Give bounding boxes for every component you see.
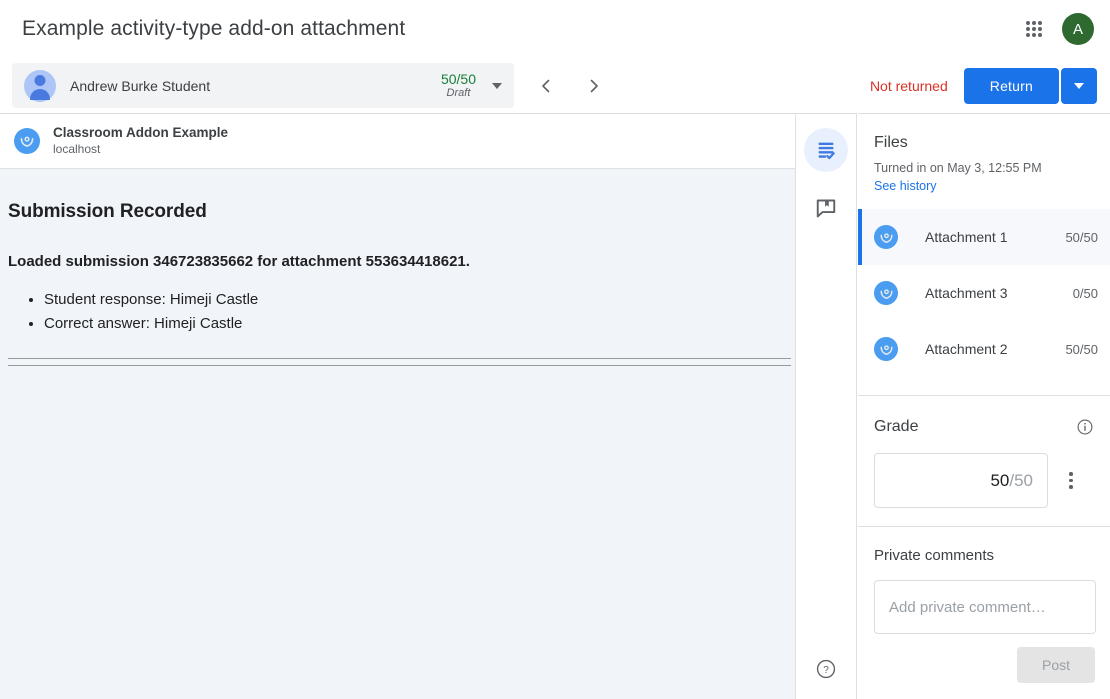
assignment-turned-in-icon [815, 139, 837, 161]
attachment-score: 50/50 [1065, 230, 1098, 245]
grade-value: 50 [990, 471, 1009, 491]
student-selector-caret[interactable] [480, 63, 514, 108]
grade-input-row: 50 /50 [858, 436, 1110, 508]
return-status: Not returned [870, 78, 948, 94]
student-selector[interactable]: Andrew Burke Student 50/50 Draft [12, 63, 514, 108]
student-grade-state: Draft [441, 87, 476, 100]
comment-bookmark-icon [815, 197, 837, 219]
classroom-addon-icon [874, 337, 898, 361]
list-item: Student response: Himeji Castle [44, 288, 787, 312]
app-root: Example activity-type add-on attachment … [0, 0, 1110, 699]
return-actions: Not returned Return [870, 68, 1097, 104]
attachment-list: Attachment 1 50/50 Attachment 3 0/50 [858, 209, 1110, 377]
private-comment-placeholder: Add private comment… [889, 599, 1046, 616]
addon-name: Classroom Addon Example [53, 125, 228, 142]
addon-host: localhost [53, 142, 228, 157]
post-comment-button[interactable]: Post [1017, 647, 1095, 683]
content-divider [8, 365, 791, 366]
list-item[interactable]: Attachment 2 50/50 [858, 321, 1110, 377]
submission-details-list: Student response: Himeji Castle Correct … [8, 288, 787, 336]
student-action-bar: Andrew Burke Student 50/50 Draft [0, 58, 1110, 113]
comments-panel-button[interactable] [804, 186, 848, 230]
chevron-down-icon [492, 83, 502, 89]
list-item[interactable]: Attachment 3 0/50 [858, 265, 1110, 321]
caret-down-icon [1074, 83, 1084, 89]
grade-title: Grade [874, 418, 918, 436]
account-avatar[interactable]: A [1062, 13, 1094, 45]
return-menu-button[interactable] [1061, 68, 1097, 104]
attachment-score: 0/50 [1073, 286, 1098, 301]
grade-input[interactable]: 50 /50 [874, 453, 1048, 508]
student-score: 50/50 [441, 71, 476, 87]
post-row: Post [858, 634, 1110, 683]
info-circle-icon[interactable] [1076, 418, 1094, 436]
apps-grid-icon[interactable] [1022, 17, 1046, 41]
addon-header: Classroom Addon Example localhost [0, 114, 795, 169]
help-button[interactable]: ? [806, 649, 846, 689]
grade-header: Grade [858, 396, 1110, 436]
private-comment-input[interactable]: Add private comment… [874, 580, 1096, 634]
submission-heading: Submission Recorded [8, 201, 787, 223]
page-title: Example activity-type add-on attachment [22, 17, 405, 41]
files-title: Files [858, 114, 1110, 152]
attachment-name: Attachment 2 [925, 341, 1008, 357]
return-button-group: Return [964, 68, 1097, 104]
see-history-link[interactable]: See history [858, 175, 937, 193]
student-navigation [530, 70, 610, 102]
classroom-addon-icon [874, 281, 898, 305]
addon-identity: Classroom Addon Example localhost [53, 125, 228, 157]
addon-iframe-area: Classroom Addon Example localhost Submis… [0, 113, 795, 699]
private-comments-title: Private comments [858, 527, 1110, 564]
files-section: Files Turned in on May 3, 12:55 PM See h… [858, 114, 1110, 377]
grading-panel-button[interactable] [804, 128, 848, 172]
top-header-bar: Example activity-type add-on attachment … [0, 0, 1110, 58]
student-avatar-icon [24, 70, 56, 102]
turned-in-timestamp: Turned in on May 3, 12:55 PM [858, 152, 1110, 175]
list-item: Correct answer: Himeji Castle [44, 312, 787, 336]
addon-content: Submission Recorded Loaded submission 34… [0, 169, 795, 366]
classroom-addon-icon [14, 128, 40, 154]
next-student-button[interactable] [578, 70, 610, 102]
grade-max: /50 [1009, 471, 1033, 491]
attachment-name: Attachment 1 [925, 229, 1008, 245]
submission-description: Loaded submission 346723835662 for attac… [8, 253, 787, 270]
grade-section: Grade 50 /50 [858, 396, 1110, 508]
help-circle-icon: ? [815, 658, 837, 680]
attachment-name: Attachment 3 [925, 285, 1008, 301]
top-header-actions: A [1022, 13, 1094, 45]
kebab-menu-icon[interactable] [1059, 461, 1083, 501]
student-grade-summary: 50/50 Draft [441, 71, 476, 100]
student-name: Andrew Burke Student [70, 78, 210, 94]
svg-text:?: ? [823, 665, 829, 676]
return-button[interactable]: Return [964, 68, 1059, 104]
grading-sidebar: Files Turned in on May 3, 12:55 PM See h… [858, 113, 1110, 699]
attachment-score: 50/50 [1065, 342, 1098, 357]
classroom-addon-icon [874, 225, 898, 249]
side-icon-rail: ? [795, 113, 857, 699]
private-comments-section: Private comments Add private comment… Po… [858, 527, 1110, 683]
list-item[interactable]: Attachment 1 50/50 [858, 209, 1110, 265]
prev-student-button[interactable] [530, 70, 562, 102]
content-divider [8, 358, 791, 359]
